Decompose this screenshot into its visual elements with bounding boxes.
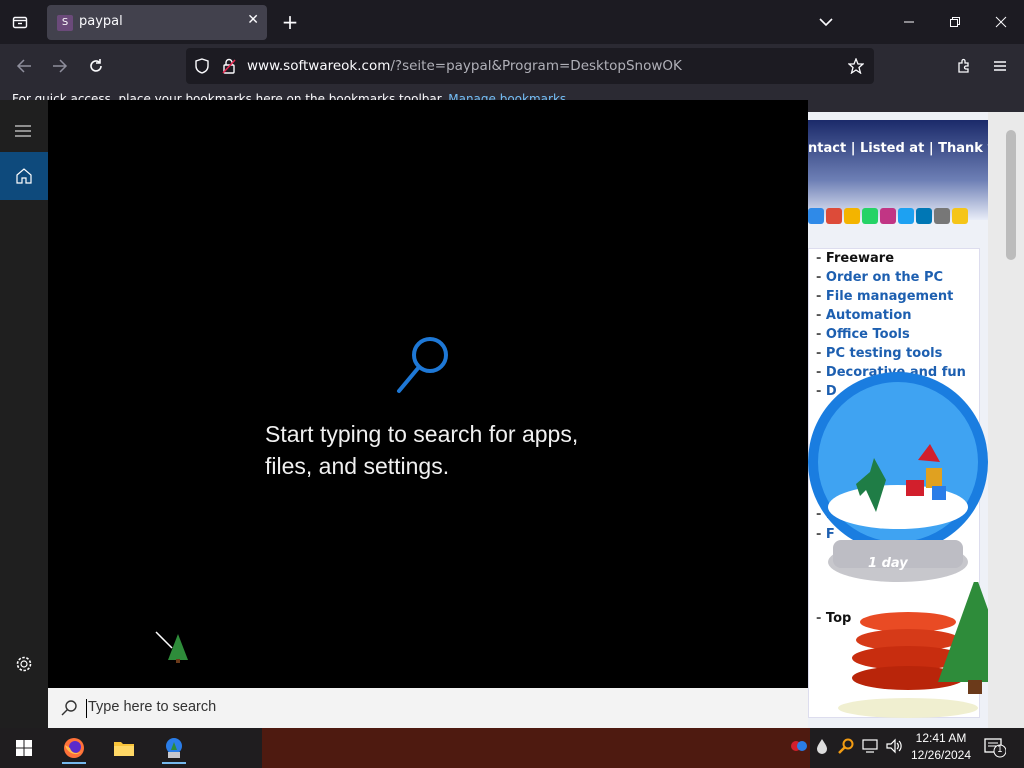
tab-list-icon[interactable]	[4, 6, 36, 38]
menu-item-file-management[interactable]: File management	[816, 289, 953, 304]
globe-label: 1 day	[868, 556, 908, 571]
webpage-header: ntact | Listed at | Thank you	[808, 120, 1014, 220]
print-icon[interactable]	[934, 208, 950, 224]
close-window-button[interactable]	[985, 6, 1017, 38]
home-button[interactable]	[0, 152, 48, 200]
url-text[interactable]: www.softwareok.com/?seite=paypal&Program…	[247, 58, 682, 74]
restore-button[interactable]	[939, 6, 971, 38]
search-hint-message: Start typing to search for apps, files, …	[265, 418, 578, 482]
google-plus-icon[interactable]	[826, 208, 842, 224]
desktop-background	[262, 728, 810, 768]
scrollbar-thumb[interactable]	[1006, 130, 1016, 260]
tab-title: paypal	[79, 14, 123, 29]
search-hint-line2: files, and settings.	[265, 453, 450, 479]
bookmark-star-icon[interactable]	[847, 57, 865, 78]
menu-item-freeware[interactable]: Freeware	[816, 251, 894, 266]
star-icon[interactable]	[952, 208, 968, 224]
clock-date: 12/26/2024	[910, 748, 972, 762]
extensions-icon[interactable]	[948, 50, 980, 82]
address-bar[interactable]: www.softwareok.com/?seite=paypal&Program…	[186, 48, 874, 84]
url-path: /?seite=paypal&Program=DesktopSnowOK	[390, 58, 682, 74]
search-hint-line1: Start typing to search for apps,	[265, 421, 579, 447]
search-pane: Start typing to search for apps, files, …	[48, 100, 808, 688]
taskbar: 12:41 AM 12/26/2024 1	[0, 728, 1024, 768]
hamburger-menu-icon[interactable]	[14, 122, 32, 141]
whatsapp-icon[interactable]	[862, 208, 878, 224]
new-tab-button[interactable]: +	[274, 6, 306, 38]
lock-warning-icon[interactable]	[222, 58, 236, 78]
browser-tab-bar: S paypal ✕ +	[0, 0, 1024, 44]
file-explorer-icon[interactable]	[106, 732, 142, 764]
clock-time: 12:41 AM	[915, 731, 967, 745]
search-tray-icon[interactable]	[838, 738, 854, 758]
tab-paypal[interactable]: S paypal ✕	[47, 5, 267, 40]
social-icons-row	[808, 208, 968, 224]
instagram-icon[interactable]	[880, 208, 896, 224]
taskbar-search-box[interactable]: Type here to search	[48, 688, 808, 728]
page-scrollbar[interactable]	[988, 112, 1024, 728]
gear-icon[interactable]	[15, 655, 33, 677]
menu-item-pc-testing[interactable]: PC testing tools	[816, 346, 942, 361]
browser-navigation-bar: www.softwareok.com/?seite=paypal&Program…	[0, 44, 1024, 88]
search-icon	[61, 700, 77, 716]
webpage-nav[interactable]: ntact | Listed at | Thank you	[808, 141, 1014, 156]
forward-button[interactable]	[44, 50, 76, 82]
volume-icon[interactable]	[886, 738, 904, 758]
search-magnifier-icon	[397, 337, 448, 393]
desktop-snow-icon[interactable]	[156, 732, 192, 764]
url-domain: www.softwareok.com	[247, 58, 391, 74]
tree-cursor-icon	[155, 631, 188, 663]
messenger-icon[interactable]	[808, 208, 824, 224]
windows-start-icon[interactable]	[6, 732, 42, 764]
search-placeholder[interactable]: Type here to search	[88, 699, 216, 715]
twitter-icon[interactable]	[898, 208, 914, 224]
close-tab-icon[interactable]: ✕	[247, 12, 259, 28]
site-favicon-icon: S	[57, 15, 73, 31]
menu-item-office-tools[interactable]: Office Tools	[816, 327, 910, 342]
menu-item-automation[interactable]: Automation	[816, 308, 912, 323]
reload-button[interactable]	[80, 50, 112, 82]
menu-item-order[interactable]: Order on the PC	[816, 270, 943, 285]
start-left-rail	[0, 100, 48, 728]
hamburger-menu-icon[interactable]	[984, 50, 1016, 82]
firefox-icon[interactable]	[56, 732, 92, 764]
notification-count: 1	[997, 745, 1003, 755]
snapchat-icon[interactable]	[844, 208, 860, 224]
linkedin-icon[interactable]	[916, 208, 932, 224]
notification-icon[interactable]: 1	[984, 736, 1007, 762]
shield-icon[interactable]	[194, 58, 210, 78]
chevron-down-icon[interactable]	[810, 6, 842, 38]
water-drop-icon[interactable]	[816, 738, 828, 758]
home-icon	[16, 168, 32, 184]
text-caret	[86, 699, 87, 718]
back-button[interactable]	[8, 50, 40, 82]
network-icon[interactable]	[862, 738, 880, 758]
minimize-button[interactable]	[893, 6, 925, 38]
system-clock[interactable]: 12:41 AM 12/26/2024	[904, 730, 978, 764]
snow-tray-icon[interactable]	[790, 738, 808, 758]
